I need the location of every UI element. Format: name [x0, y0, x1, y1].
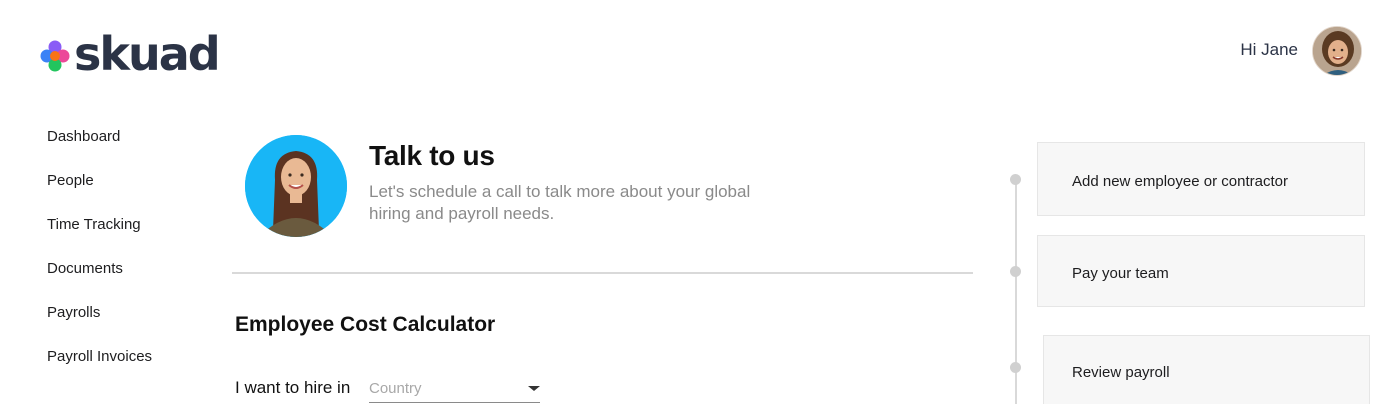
employee-cost-calculator-title: Employee Cost Calculator — [235, 313, 496, 336]
step-label: Review payroll — [1072, 364, 1170, 381]
sidebar-item-documents[interactable]: Documents — [47, 260, 217, 304]
user-avatar-icon[interactable] — [1312, 26, 1362, 76]
user-greeting: Hi Jane — [1240, 40, 1298, 59]
timeline-dot — [1010, 174, 1021, 185]
step-card-add-employee[interactable]: Add new employee or contractor — [1037, 142, 1365, 216]
talk-to-us-panel: Talk to us Let's schedule a call to talk… — [245, 135, 975, 245]
step-label: Pay your team — [1072, 265, 1169, 282]
sidebar-nav: Dashboard People Time Tracking Documents… — [47, 128, 217, 392]
country-select[interactable]: Country — [369, 377, 540, 403]
sidebar-item-time-tracking[interactable]: Time Tracking — [47, 216, 217, 260]
step-label: Add new employee or contractor — [1072, 173, 1288, 190]
talk-to-us-title: Talk to us — [369, 140, 495, 171]
step-card-review-payroll[interactable]: Review payroll — [1043, 335, 1370, 404]
talk-to-us-subtitle: Let's schedule a call to talk more about… — [369, 182, 751, 223]
skuad-logo[interactable]: skuad — [38, 27, 221, 81]
sidebar-item-payroll-invoices[interactable]: Payroll Invoices — [47, 348, 217, 392]
timeline-dot — [1010, 266, 1021, 277]
country-placeholder: Country — [369, 380, 422, 397]
step-card-pay-team[interactable]: Pay your team — [1037, 235, 1365, 307]
timeline-dot — [1010, 362, 1021, 373]
sidebar-item-people[interactable]: People — [47, 172, 217, 216]
skuad-logo-mark-icon — [38, 39, 72, 73]
chevron-down-icon — [528, 386, 540, 391]
sidebar-item-dashboard[interactable]: Dashboard — [47, 128, 217, 172]
hire-in-label: I want to hire in — [235, 378, 351, 397]
section-divider — [232, 272, 973, 274]
logo-wordmark: skuad — [74, 27, 221, 81]
support-agent-photo — [245, 135, 347, 237]
sidebar-item-payrolls[interactable]: Payrolls — [47, 304, 217, 348]
